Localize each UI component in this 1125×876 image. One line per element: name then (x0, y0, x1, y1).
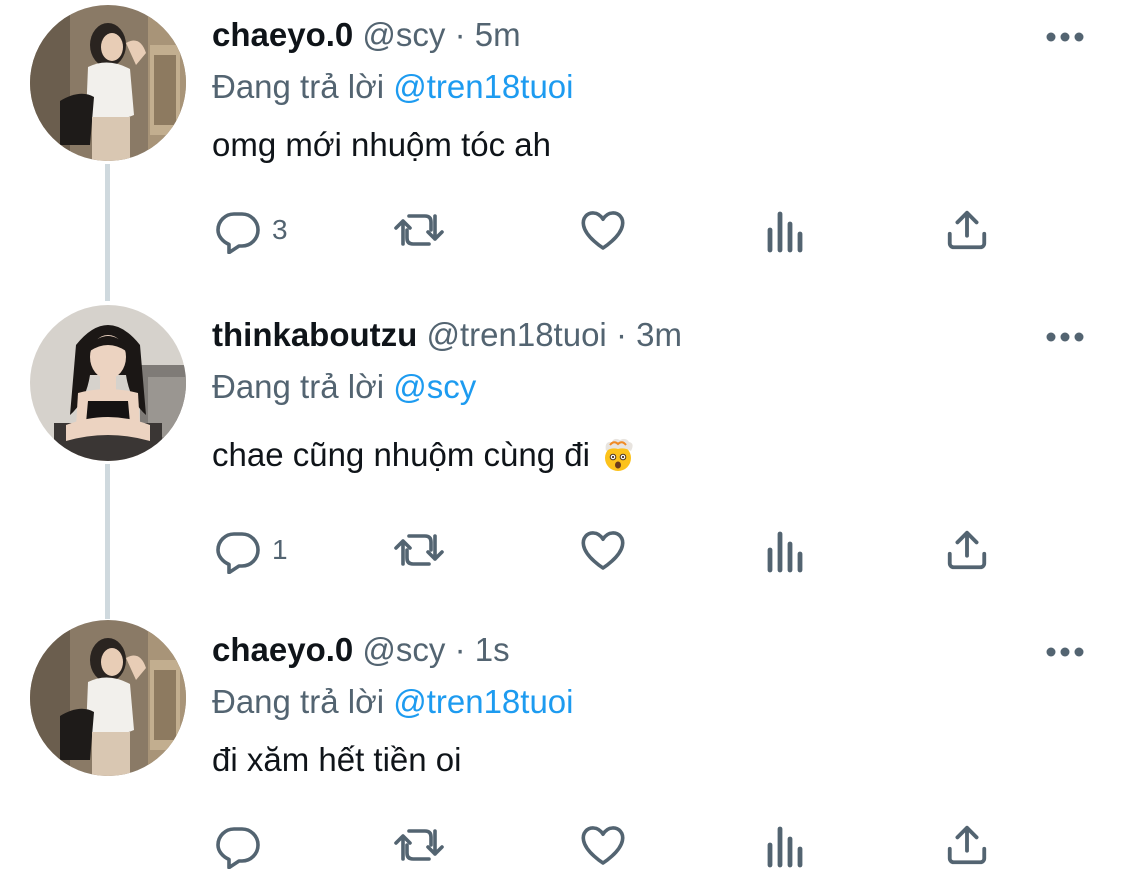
timestamp[interactable]: 3m (636, 316, 682, 353)
avatar[interactable] (30, 305, 186, 461)
share-button[interactable] (944, 525, 990, 575)
display-name[interactable]: thinkaboutzu (212, 316, 417, 353)
separator-dot: · (454, 631, 466, 668)
like-button[interactable] (578, 205, 628, 255)
reply-count: 1 (272, 534, 288, 565)
replying-to-label: Đang trả lời (212, 368, 385, 405)
tweet-actions (212, 820, 1002, 870)
tweet-header: chaeyo.0 @scy · 5m (212, 15, 521, 55)
replying-to: Đang trả lời @tren18tuoi (212, 67, 574, 107)
tweet[interactable]: thinkaboutzu @tren18tuoi · 3m Đang trả l… (0, 305, 1125, 595)
replying-to: Đang trả lời @tren18tuoi (212, 682, 574, 722)
reply-icon (216, 532, 260, 574)
timestamp[interactable]: 1s (475, 631, 510, 668)
tweet-text-content: chae cũng nhuộm cùng đi (212, 436, 590, 473)
more-button[interactable] (1043, 634, 1087, 670)
separator-dot: · (454, 16, 466, 53)
heart-icon (581, 211, 625, 250)
heart-icon (581, 826, 625, 865)
reply-icon (216, 212, 260, 254)
share-icon (947, 825, 987, 865)
replying-to-label: Đang trả lời (212, 68, 385, 105)
more-icon (1046, 32, 1084, 42)
tweet-text: chae cũng nhuộm cùng đi (212, 435, 636, 475)
reply-count: 3 (272, 214, 288, 245)
reply-mention[interactable]: @tren18tuoi (393, 683, 573, 720)
tweet-text-content: omg mới nhuộm tóc ah (212, 126, 551, 163)
share-button[interactable] (944, 205, 990, 255)
exploding-head-emoji-icon (604, 438, 633, 471)
like-button[interactable] (578, 525, 628, 575)
share-icon (947, 210, 987, 250)
views-icon (767, 531, 803, 573)
retweet-button[interactable] (392, 205, 446, 255)
tweet[interactable]: chaeyo.0 @scy · 5m Đang trả lời @tren18t… (0, 5, 1125, 275)
retweet-icon (394, 214, 444, 246)
views-button[interactable] (764, 525, 808, 575)
user-handle[interactable]: @scy (362, 631, 445, 668)
tweet-actions: 1 (212, 525, 1002, 575)
reply-button[interactable]: 3 (214, 205, 288, 255)
avatar-photo (30, 305, 186, 461)
views-icon (767, 211, 803, 253)
retweet-icon (394, 829, 444, 861)
display-name[interactable]: chaeyo.0 (212, 631, 353, 668)
tweet-header: chaeyo.0 @scy · 1s (212, 630, 510, 670)
tweet-text: omg mới nhuộm tóc ah (212, 125, 551, 165)
tweet-actions: 3 (212, 205, 1002, 255)
views-button[interactable] (764, 820, 808, 870)
share-button[interactable] (944, 820, 990, 870)
display-name[interactable]: chaeyo.0 (212, 16, 353, 53)
avatar-photo (30, 620, 186, 776)
views-button[interactable] (764, 205, 808, 255)
heart-icon (581, 531, 625, 570)
reply-button[interactable]: 1 (214, 525, 288, 575)
retweet-button[interactable] (392, 525, 446, 575)
user-handle[interactable]: @tren18tuoi (426, 316, 606, 353)
avatar[interactable] (30, 5, 186, 161)
retweet-icon (394, 534, 444, 566)
share-icon (947, 530, 987, 570)
tweet-text: đi xăm hết tiền oi (212, 740, 461, 780)
avatar-photo (30, 5, 186, 161)
views-icon (767, 826, 803, 868)
more-icon (1046, 647, 1084, 657)
retweet-button[interactable] (392, 820, 446, 870)
replying-to-label: Đang trả lời (212, 683, 385, 720)
tweet-text-content: đi xăm hết tiền oi (212, 741, 462, 778)
replying-to: Đang trả lời @scy (212, 367, 476, 407)
more-button[interactable] (1043, 19, 1087, 55)
user-handle[interactable]: @scy (362, 16, 445, 53)
more-button[interactable] (1043, 319, 1087, 355)
reply-mention[interactable]: @scy (393, 368, 476, 405)
tweet-header: thinkaboutzu @tren18tuoi · 3m (212, 315, 682, 355)
separator-dot: · (615, 316, 627, 353)
reply-mention[interactable]: @tren18tuoi (393, 68, 573, 105)
timestamp[interactable]: 5m (475, 16, 521, 53)
reply-button[interactable] (214, 820, 272, 870)
tweet[interactable]: chaeyo.0 @scy · 1s Đang trả lời @tren18t… (0, 620, 1125, 876)
more-icon (1046, 332, 1084, 342)
avatar[interactable] (30, 620, 186, 776)
reply-icon (216, 827, 260, 869)
like-button[interactable] (578, 820, 628, 870)
